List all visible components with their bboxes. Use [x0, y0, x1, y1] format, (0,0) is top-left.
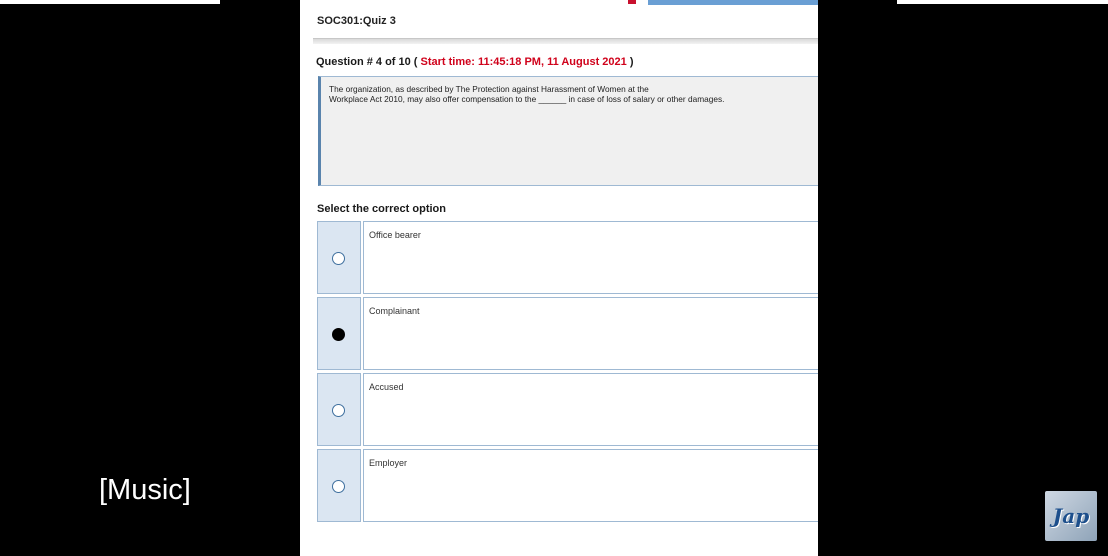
- option-radio-cell[interactable]: [317, 221, 361, 294]
- option-text-cell[interactable]: Complainant: [363, 297, 818, 370]
- option-row[interactable]: Employer: [317, 449, 818, 524]
- question-header: Question # 4 of 10 ( Start time: 11:45:1…: [316, 56, 634, 68]
- option-label: Complainant: [369, 306, 420, 316]
- option-text-cell[interactable]: Employer: [363, 449, 818, 522]
- option-label: Accused: [369, 382, 404, 392]
- top-strip-left: [0, 0, 220, 4]
- option-row[interactable]: Office bearer: [317, 221, 818, 296]
- option-row[interactable]: Accused: [317, 373, 818, 448]
- option-radio[interactable]: [332, 252, 345, 265]
- option-text-cell[interactable]: Office bearer: [363, 221, 818, 294]
- top-strip-right: [897, 0, 1108, 4]
- music-caption: [Music]: [99, 474, 191, 506]
- select-option-label: Select the correct option: [317, 203, 446, 215]
- option-text-cell[interactable]: Accused: [363, 373, 818, 446]
- option-label: Office bearer: [369, 230, 421, 240]
- question-header-close: ): [626, 56, 634, 68]
- question-text-line-1: The organization, as described by The Pr…: [329, 84, 649, 94]
- channel-logo: Jap: [1045, 491, 1097, 541]
- option-radio[interactable]: [332, 480, 345, 493]
- quiz-page: SOC301:Quiz 3 Question # 4 of 10 ( Start…: [300, 0, 818, 556]
- option-radio-cell[interactable]: [317, 373, 361, 446]
- question-text: The organization, as described by The Pr…: [329, 84, 809, 104]
- channel-logo-text: Jap: [1052, 504, 1090, 528]
- option-radio-cell[interactable]: [317, 297, 361, 370]
- question-text-box: The organization, as described by The Pr…: [318, 76, 818, 186]
- option-radio[interactable]: [332, 328, 345, 341]
- start-time: Start time: 11:45:18 PM, 11 August 2021: [420, 56, 627, 68]
- header-divider: [313, 38, 818, 44]
- option-row[interactable]: Complainant: [317, 297, 818, 372]
- question-number: Question # 4 of 10 (: [316, 56, 421, 68]
- question-text-line-2: Workplace Act 2010, may also offer compe…: [329, 94, 725, 104]
- top-logo-fragment: [628, 0, 636, 4]
- option-radio-cell[interactable]: [317, 449, 361, 522]
- course-title: SOC301:Quiz 3: [317, 15, 396, 27]
- option-radio[interactable]: [332, 404, 345, 417]
- option-label: Employer: [369, 458, 408, 468]
- save-answer-button-fragment[interactable]: [648, 0, 818, 5]
